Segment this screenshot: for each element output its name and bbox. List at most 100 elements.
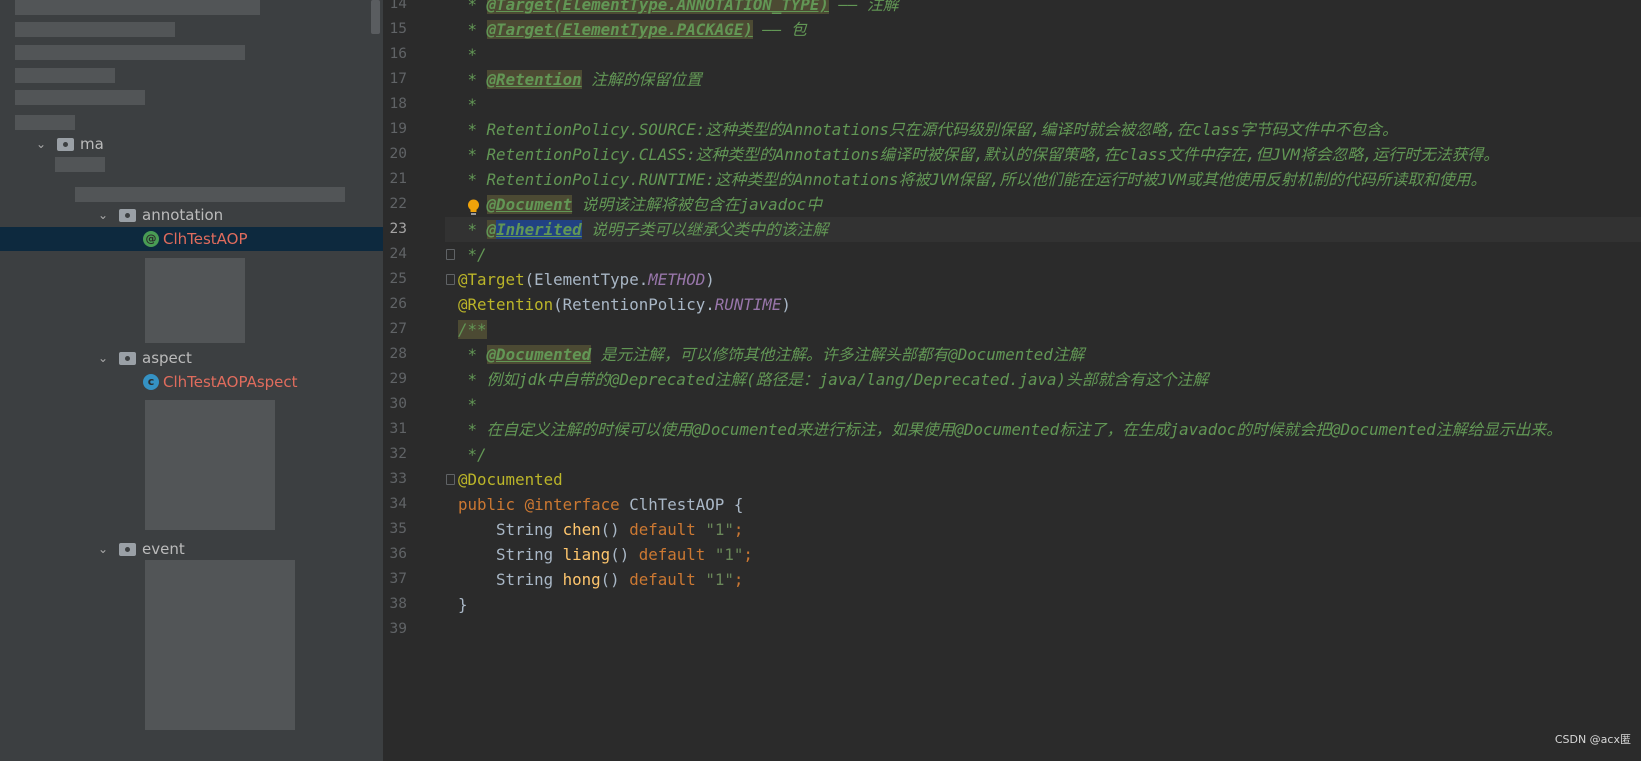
code-line[interactable]: * RetentionPolicy.RUNTIME:这种类型的Annotatio… xyxy=(458,167,1487,192)
line-number: 21 xyxy=(389,171,407,187)
package-icon xyxy=(119,542,136,556)
code-line[interactable]: * @Target(ElementType.PACKAGE) —— 包 xyxy=(458,17,807,42)
package-icon xyxy=(119,208,136,222)
fold-icon[interactable] xyxy=(446,249,455,260)
blurred-tree-item xyxy=(145,560,295,730)
tree-item-ma[interactable]: ⌄ ma xyxy=(0,132,383,156)
tree-item-event[interactable]: ⌄ event xyxy=(0,537,383,561)
project-tree[interactable]: ⌄ ma ⌄ annotation @ ClhTestAOP ⌄ aspect c ClhTest… xyxy=(0,0,383,761)
code-line[interactable]: * RetentionPolicy.SOURCE:这种类型的Annotation… xyxy=(458,117,1398,142)
line-number: 24 xyxy=(389,246,407,262)
code-line[interactable]: * @Inherited 说明子类可以继承父类中的该注解 xyxy=(458,217,828,242)
code-token: "1" xyxy=(714,545,744,564)
blurred-tree-item xyxy=(15,22,175,37)
tree-item-label: ma xyxy=(80,135,104,153)
line-number: 28 xyxy=(389,346,407,362)
blurred-tree-item xyxy=(145,400,275,530)
line-number: 19 xyxy=(389,121,407,137)
line-number: 38 xyxy=(389,596,407,612)
code-line[interactable]: */ xyxy=(458,242,487,267)
chevron-down-icon[interactable]: ⌄ xyxy=(97,209,109,221)
tree-item-annotation[interactable]: ⌄ annotation xyxy=(0,203,383,227)
line-number: 16 xyxy=(389,46,407,62)
code-token: () xyxy=(600,570,630,589)
chevron-down-icon[interactable]: ⌄ xyxy=(97,543,109,555)
chevron-down-icon[interactable]: ⌄ xyxy=(97,352,109,364)
code-token: ; xyxy=(733,570,744,589)
code-token: /** xyxy=(458,320,487,339)
code-token: @Documented xyxy=(486,345,592,364)
code-line[interactable]: * RetentionPolicy.CLASS:这种类型的Annotations… xyxy=(458,142,1500,167)
code-token: * xyxy=(458,345,487,364)
code-token: —— 注解 xyxy=(828,0,899,14)
code-line[interactable]: * xyxy=(458,392,478,417)
annotation-icon: @ xyxy=(143,231,159,247)
sidebar-scrollbar[interactable] xyxy=(371,0,380,34)
code-line[interactable]: String chen() default "1"; xyxy=(458,517,743,542)
code-line[interactable]: @Document 说明该注解将被包含在javadoc中 xyxy=(458,192,822,217)
code-token: default xyxy=(629,520,706,539)
blurred-tree-item xyxy=(75,187,345,202)
tree-item-clhtestaopaspect[interactable]: c ClhTestAOPAspect xyxy=(0,370,383,394)
class-icon: c xyxy=(143,374,159,390)
blurred-tree-item xyxy=(15,45,245,60)
code-token: liang xyxy=(562,545,611,564)
code-line[interactable]: String hong() default "1"; xyxy=(458,567,743,592)
code-line[interactable]: * @Retention 注解的保留位置 xyxy=(458,67,702,92)
code-token: } xyxy=(458,595,468,614)
code-line[interactable]: * xyxy=(458,92,478,117)
code-token: RUNTIME xyxy=(714,295,782,314)
lightbulb-icon[interactable] xyxy=(467,199,480,216)
line-number: 14 xyxy=(389,0,407,12)
line-number: 20 xyxy=(389,146,407,162)
code-token: */ xyxy=(458,445,487,464)
code-line[interactable]: /** xyxy=(458,317,487,342)
code-token: ClhTestAOP { xyxy=(629,495,744,514)
line-number: 35 xyxy=(389,521,407,537)
code-token: ) xyxy=(705,270,715,289)
code-token: (RetentionPolicy. xyxy=(553,295,715,314)
code-token: * xyxy=(458,220,487,239)
code-line[interactable]: * 在自定义注解的时候可以使用@Documented来进行标注，如果使用@Doc… xyxy=(458,417,1563,442)
code-token: default xyxy=(629,570,706,589)
code-line[interactable]: * xyxy=(458,42,478,67)
tree-item-clhtestaop[interactable]: @ ClhTestAOP xyxy=(0,227,383,251)
code-line[interactable]: } xyxy=(458,592,468,617)
code-token: (ElementType. xyxy=(524,270,649,289)
tree-item-label: ClhTestAOPAspect xyxy=(163,373,298,391)
chevron-down-icon[interactable]: ⌄ xyxy=(35,138,47,150)
code-line[interactable]: @Retention(RetentionPolicy.RUNTIME) xyxy=(458,292,791,317)
fold-icon[interactable] xyxy=(446,474,455,485)
code-token: * RetentionPolicy.CLASS:这种类型的Annotations… xyxy=(458,145,1500,164)
code-token: @Documented xyxy=(458,470,563,489)
line-number: 30 xyxy=(389,396,407,412)
code-line[interactable]: */ xyxy=(458,442,487,467)
code-token: public xyxy=(458,495,525,514)
fold-icon[interactable] xyxy=(446,274,455,285)
code-token: 说明该注解将被包含在javadoc中 xyxy=(572,195,823,214)
code-token: @Target(ElementType.ANNOTATION_TYPE) xyxy=(486,0,829,14)
code-token: * xyxy=(458,0,487,14)
code-token: chen xyxy=(562,520,601,539)
code-token: @Retention xyxy=(458,295,554,314)
code-line[interactable]: * 例如jdk中自带的@Deprecated注解(路径是：java/lang/D… xyxy=(458,367,1209,392)
code-line[interactable]: String liang() default "1"; xyxy=(458,542,753,567)
tree-item-label: event xyxy=(142,540,185,558)
tree-item-aspect[interactable]: ⌄ aspect xyxy=(0,346,383,370)
line-number: 23 xyxy=(389,221,407,237)
code-token: * xyxy=(458,95,478,114)
blurred-tree-item xyxy=(15,90,145,105)
code-token: () xyxy=(600,520,630,539)
blurred-tree-item xyxy=(15,115,75,130)
code-line[interactable]: * @Documented 是元注解，可以修饰其他注解。许多注解头部都有@Doc… xyxy=(458,342,1084,367)
code-token: @Document xyxy=(486,195,573,214)
line-number: 27 xyxy=(389,321,407,337)
code-line[interactable]: * @Target(ElementType.ANNOTATION_TYPE) —… xyxy=(458,0,899,17)
package-icon xyxy=(119,351,136,365)
blurred-tree-item xyxy=(15,0,260,15)
code-line[interactable]: @Target(ElementType.METHOD) xyxy=(458,267,715,292)
code-token: default xyxy=(638,545,715,564)
code-token: 注解的保留位置 xyxy=(581,70,702,89)
code-line[interactable]: public @interface ClhTestAOP { xyxy=(458,492,743,517)
code-line[interactable]: @Documented xyxy=(458,467,563,492)
